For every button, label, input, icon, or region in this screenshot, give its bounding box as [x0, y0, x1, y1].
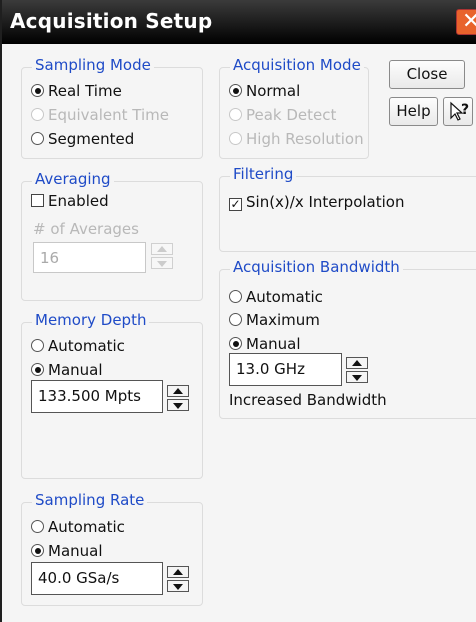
averaging-group: Averaging Enabled # of Averages 16 [21, 170, 203, 301]
memory-depth-field[interactable]: 133.500 Mpts [31, 380, 163, 413]
radio-icon [229, 313, 242, 326]
averages-count-field: 16 [33, 242, 146, 273]
sampling-rate-stepper[interactable] [167, 566, 189, 594]
memory-depth-automatic-radio[interactable]: Automatic [31, 337, 125, 355]
bandwidth-manual-radio[interactable]: Manual [229, 335, 301, 353]
memory-depth-manual-radio[interactable]: Manual [31, 361, 103, 379]
bandwidth-field[interactable]: 13.0 GHz [229, 353, 342, 386]
bandwidth-maximum-radio[interactable]: Maximum [229, 311, 320, 329]
help-button[interactable]: Help [389, 97, 438, 126]
radio-selected-icon [31, 363, 44, 376]
acquisition-mode-group: Acquisition Mode Normal Peak Detect High… [219, 56, 369, 159]
window-close-icon[interactable]: ✕ [456, 9, 476, 35]
filtering-group: Filtering ✓ Sin(x)/x Interpolation [219, 165, 476, 252]
sampling-rate-manual-radio[interactable]: Manual [31, 542, 103, 560]
checkbox-checked-icon: ✓ [229, 197, 242, 211]
radio-icon [229, 132, 242, 145]
filtering-title: Filtering [230, 165, 297, 183]
averaging-enabled-checkbox[interactable]: Enabled [31, 192, 109, 210]
sampling-rate-group: Sampling Rate Automatic Manual 40.0 GSa/… [21, 491, 203, 606]
radio-icon [31, 339, 44, 352]
stepper-down-icon[interactable] [167, 399, 189, 411]
acquisition-setup-dialog: Acquisition Setup ✕ Sampling Mode Real T… [0, 0, 476, 622]
stepper-up-icon [151, 243, 173, 255]
radio-icon [31, 132, 44, 145]
whats-this-button[interactable]: ? [443, 97, 473, 126]
averages-count-stepper [151, 243, 173, 271]
stepper-down-icon [151, 257, 173, 269]
stepper-up-icon[interactable] [167, 566, 189, 578]
sampling-rate-field[interactable]: 40.0 GSa/s [31, 562, 163, 595]
memory-depth-group: Memory Depth Automatic Manual 133.500 Mp… [21, 311, 203, 479]
acquisition-mode-high-resolution-radio: High Resolution [229, 130, 364, 148]
radio-icon [31, 108, 44, 121]
averaging-title: Averaging [32, 170, 114, 188]
radio-icon [229, 108, 242, 121]
question-mark: ? [461, 102, 470, 118]
radio-selected-icon [229, 84, 242, 97]
sampling-mode-real-time-radio[interactable]: Real Time [31, 82, 122, 100]
radio-selected-icon [31, 84, 44, 97]
sampling-mode-title: Sampling Mode [32, 56, 154, 74]
sampling-mode-equivalent-time-radio: Equivalent Time [31, 106, 169, 124]
sampling-rate-title: Sampling Rate [32, 491, 148, 509]
sampling-rate-automatic-radio[interactable]: Automatic [31, 518, 125, 536]
bandwidth-note: Increased Bandwidth [229, 391, 387, 409]
bandwidth-automatic-radio[interactable]: Automatic [229, 288, 323, 306]
radio-icon [31, 520, 44, 533]
acquisition-mode-peak-detect-radio: Peak Detect [229, 106, 336, 124]
stepper-down-icon[interactable] [167, 580, 189, 592]
sinx-interpolation-checkbox[interactable]: ✓ Sin(x)/x Interpolation [229, 193, 404, 211]
acquisition-bandwidth-title: Acquisition Bandwidth [230, 258, 403, 276]
memory-depth-title: Memory Depth [32, 311, 150, 329]
title-bar[interactable]: Acquisition Setup ✕ [2, 0, 476, 44]
sampling-mode-segmented-radio[interactable]: Segmented [31, 130, 134, 148]
acquisition-mode-normal-radio[interactable]: Normal [229, 82, 300, 100]
acquisition-bandwidth-group: Acquisition Bandwidth Automatic Maximum … [219, 258, 476, 419]
acquisition-mode-title: Acquisition Mode [230, 56, 364, 74]
radio-selected-icon [229, 337, 242, 350]
close-button[interactable]: Close [389, 60, 465, 89]
sampling-mode-group: Sampling Mode Real Time Equivalent Time … [21, 56, 203, 159]
checkbox-icon [31, 194, 44, 207]
stepper-up-icon[interactable] [346, 357, 368, 369]
bandwidth-stepper[interactable] [346, 357, 368, 385]
memory-depth-stepper[interactable] [167, 385, 189, 413]
dialog-title: Acquisition Setup [10, 9, 213, 33]
stepper-up-icon[interactable] [167, 385, 189, 397]
stepper-down-icon[interactable] [346, 371, 368, 383]
radio-icon [229, 290, 242, 303]
radio-selected-icon [31, 544, 44, 557]
averages-count-label: # of Averages [33, 220, 139, 238]
